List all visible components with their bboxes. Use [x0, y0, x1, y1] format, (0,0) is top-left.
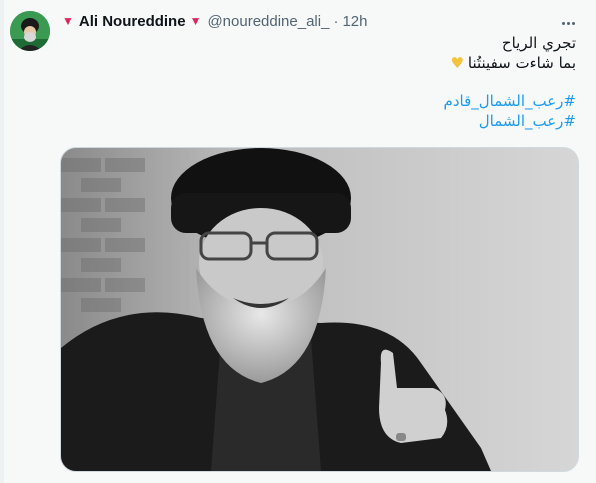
tweet-photo[interactable]: [60, 147, 579, 472]
separator-dot: ·: [333, 12, 339, 30]
column-divider: [0, 0, 4, 483]
tweet-text: تجري الرياح بما شاءت سفينتُنا♥ #رعب_الشم…: [76, 33, 576, 131]
photo-image: [61, 148, 578, 471]
tweet-header: ▼ Ali Noureddine ▼ @noureddine_ali_ · 12…: [62, 10, 367, 32]
avatar[interactable]: [10, 11, 50, 51]
red-heart-icon: ▼: [189, 14, 202, 28]
more-options-icon[interactable]: [558, 13, 578, 33]
yellow-heart-icon: ♥: [450, 54, 464, 72]
red-heart-icon: ▼: [62, 14, 74, 28]
display-name[interactable]: Ali Noureddine: [79, 13, 186, 30]
tweet-line: تجري الرياح: [501, 34, 576, 52]
tweet[interactable]: ▼ Ali Noureddine ▼ @noureddine_ali_ · 12…: [0, 0, 596, 483]
avatar-image: [10, 11, 50, 51]
timestamp[interactable]: 12h: [342, 13, 367, 30]
hashtag-link[interactable]: #رعب_الشمال_قادم: [76, 91, 576, 111]
handle[interactable]: @noureddine_ali_: [207, 13, 329, 30]
hashtag-link[interactable]: #رعب_الشمال: [76, 111, 576, 131]
tweet-line-with-emoji: بما شاءت سفينتُنا♥: [76, 53, 576, 73]
tweet-line-text: بما شاءت سفينتُنا: [467, 54, 576, 72]
